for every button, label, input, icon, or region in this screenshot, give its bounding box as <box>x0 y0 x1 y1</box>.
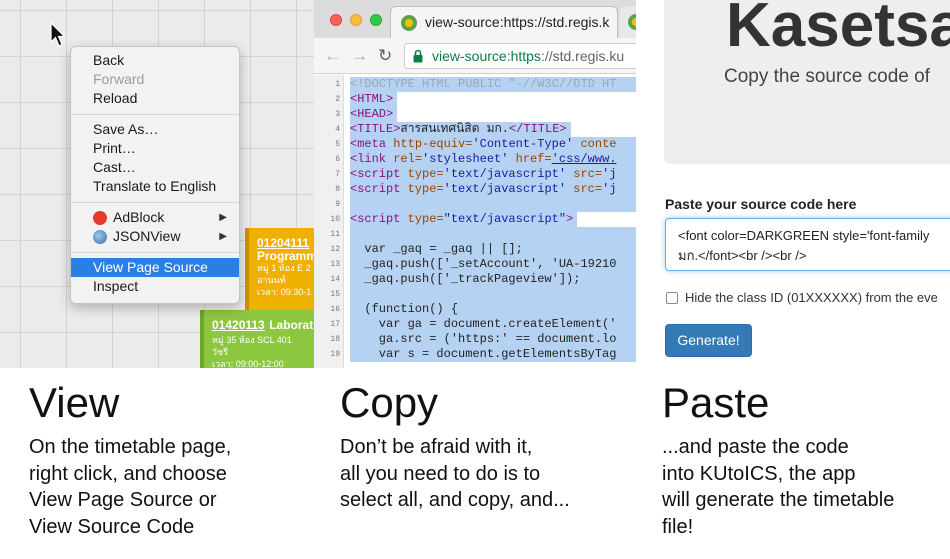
course-block-01204111[interactable]: 01204111 Programm หมู่ 1 ห้อง E 2 อานนท์… <box>245 228 314 310</box>
code-line: 17 var ga = document.createElement(' <box>314 317 636 332</box>
jsonview-icon <box>93 230 107 244</box>
menu-item-view-page-source[interactable]: View Page Source <box>71 258 239 277</box>
source-code-textarea[interactable]: <font color=DARKGREEN style='font-family… <box>665 218 950 271</box>
mouse-cursor-icon <box>50 22 66 47</box>
submenu-arrow-icon: ▶ <box>219 212 227 223</box>
course-code[interactable]: 01204111 <box>257 236 314 250</box>
course-name: Laborat <box>269 318 314 332</box>
menu-item-inspect[interactable]: Inspect <box>71 277 239 296</box>
code-line: 9 <box>314 197 636 212</box>
close-window-icon[interactable] <box>330 14 342 26</box>
submenu-arrow-icon: ▶ <box>219 231 227 242</box>
course-header: 01420113 Laborat <box>212 316 314 334</box>
kutoics-page: Kasetsa Copy the source code of Paste yo… <box>636 0 950 368</box>
course-name: Programm <box>257 249 314 263</box>
menu-item-back[interactable]: Back <box>71 51 239 70</box>
code-line: 7 <script type='text/javascript' src='j <box>314 167 636 182</box>
tab-second[interactable] <box>620 6 636 38</box>
tab-view-source[interactable]: view-source:https://std.regis.k <box>390 6 618 38</box>
url-text: view-source:https://std.regis.ku <box>432 48 624 64</box>
course-teacher: วัชรี <box>212 347 228 357</box>
minimize-window-icon[interactable] <box>350 14 362 26</box>
code-line: 10 <script type="text/javascript"> <box>314 212 636 227</box>
forward-arrow-icon[interactable]: → <box>351 46 368 66</box>
course-room: หมู่ 35 ห้อง SCL 401 <box>212 335 292 345</box>
code-line: 1 <!DOCTYPE HTML PUBLIC "-//W3C//DTD HT <box>314 77 636 92</box>
address-bar: ← → ↻ view-source:https://std.regis.ku <box>314 38 636 74</box>
code-line: 13 _gaq.push(['_setAccount', 'UA-19210 <box>314 257 636 272</box>
menu-separator <box>71 202 239 203</box>
menu-item-translate[interactable]: Translate to English <box>71 177 239 196</box>
url-rest: ://std.regis.ku <box>540 48 625 64</box>
course-code[interactable]: 01420113 <box>212 318 265 332</box>
menu-item-cast[interactable]: Cast… <box>71 158 239 177</box>
url-scheme: view-source:https <box>432 48 541 64</box>
caption-paste-text: ...and paste the code into KUtoICS, the … <box>662 436 895 538</box>
caption-paste-title: Paste <box>662 379 770 426</box>
tab-bar: view-source:https://std.regis.k <box>314 0 636 38</box>
tab-title: view-source:https://std.regis.k <box>425 14 610 30</box>
course-room: หมู่ 1 ห้อง E 2 <box>257 263 311 273</box>
source-code-view[interactable]: 1 <!DOCTYPE HTML PUBLIC "-//W3C//DTD HT 2… <box>314 75 636 368</box>
paste-label: Paste your source code here <box>665 196 857 212</box>
code-line: 3 <HEAD> <box>314 107 636 122</box>
back-arrow-icon[interactable]: ← <box>324 46 341 66</box>
menu-item-save-as[interactable]: Save As… <box>71 120 239 139</box>
menu-item-label: JSONView <box>113 228 181 244</box>
caption-copy-text: Don’t be afraid with it, all you need to… <box>340 436 570 511</box>
timetable-screenshot: 01204111 Programm หมู่ 1 ห้อง E 2 อานนท์… <box>0 0 314 368</box>
menu-item-label: AdBlock <box>113 209 165 225</box>
menu-item-print[interactable]: Print… <box>71 139 239 158</box>
reload-icon[interactable]: ↻ <box>378 46 392 66</box>
menu-separator <box>71 114 239 115</box>
menu-item-forward: Forward <box>93 71 145 87</box>
ku-favicon-icon <box>628 14 636 30</box>
ku-favicon-icon <box>401 15 417 31</box>
code-line: 19 var s = document.getElementsByTag <box>314 347 636 362</box>
code-line: 5 <meta http-equiv='Content-Type' conte <box>314 137 636 152</box>
menu-item-jsonview[interactable]: JSONView ▶ <box>71 227 239 246</box>
menu-separator <box>71 252 239 253</box>
caption-view-text: On the timetable page, right click, and … <box>29 436 232 538</box>
generate-button[interactable]: Generate! <box>665 324 752 357</box>
context-menu: Back Forward Reload Save As… Print… Cast… <box>70 46 240 304</box>
browser-view-source: view-source:https://std.regis.k ← → ↻ vi… <box>314 0 636 368</box>
course-time: เวลา: 09:00-12:00 <box>212 359 284 368</box>
code-line: 4 <TITLE>สารสนเทศนิสิต มก.</TITLE> <box>314 122 636 137</box>
menu-item-adblock[interactable]: AdBlock ▶ <box>71 208 239 227</box>
hide-class-id-checkbox[interactable] <box>666 292 678 304</box>
code-line: 18 ga.src = ('https:' == document.lo <box>314 332 636 347</box>
adblock-icon <box>93 211 107 225</box>
hero-title: Kasetsa <box>726 0 950 60</box>
url-input[interactable]: view-source:https://std.regis.ku <box>404 43 636 69</box>
hide-class-id-label[interactable]: Hide the class ID (01XXXXXX) from the ev… <box>685 290 938 305</box>
maximize-window-icon[interactable] <box>370 14 382 26</box>
course-teacher: อานนท์ <box>257 275 286 285</box>
code-line: 6 <link rel='stylesheet' href='css/www. <box>314 152 636 167</box>
code-line: 8 <script type='text/javascript' src='j <box>314 182 636 197</box>
code-line: 12 var _gaq = _gaq || []; <box>314 242 636 257</box>
course-block-01420113[interactable]: 01420113 Laborat หมู่ 35 ห้อง SCL 401 วั… <box>200 310 314 368</box>
code-line: 15 <box>314 287 636 302</box>
code-line: 11 <box>314 227 636 242</box>
caption-copy-title: Copy <box>340 379 439 426</box>
lock-icon <box>413 49 423 63</box>
course-time: เวลา: 09:30-1 <box>257 287 312 297</box>
textarea-value: <font color=DARKGREEN style='font-family… <box>678 228 930 263</box>
menu-item-reload[interactable]: Reload <box>71 89 239 108</box>
hero-subtitle: Copy the source code of <box>724 66 930 87</box>
hero-jumbotron: Kasetsa Copy the source code of <box>664 0 950 164</box>
code-line: 16 (function() { <box>314 302 636 317</box>
caption-view-title: View <box>29 379 120 426</box>
code-line: 2 <HTML> <box>314 92 636 107</box>
code-line: 14 _gaq.push(['_trackPageview']); <box>314 272 636 287</box>
